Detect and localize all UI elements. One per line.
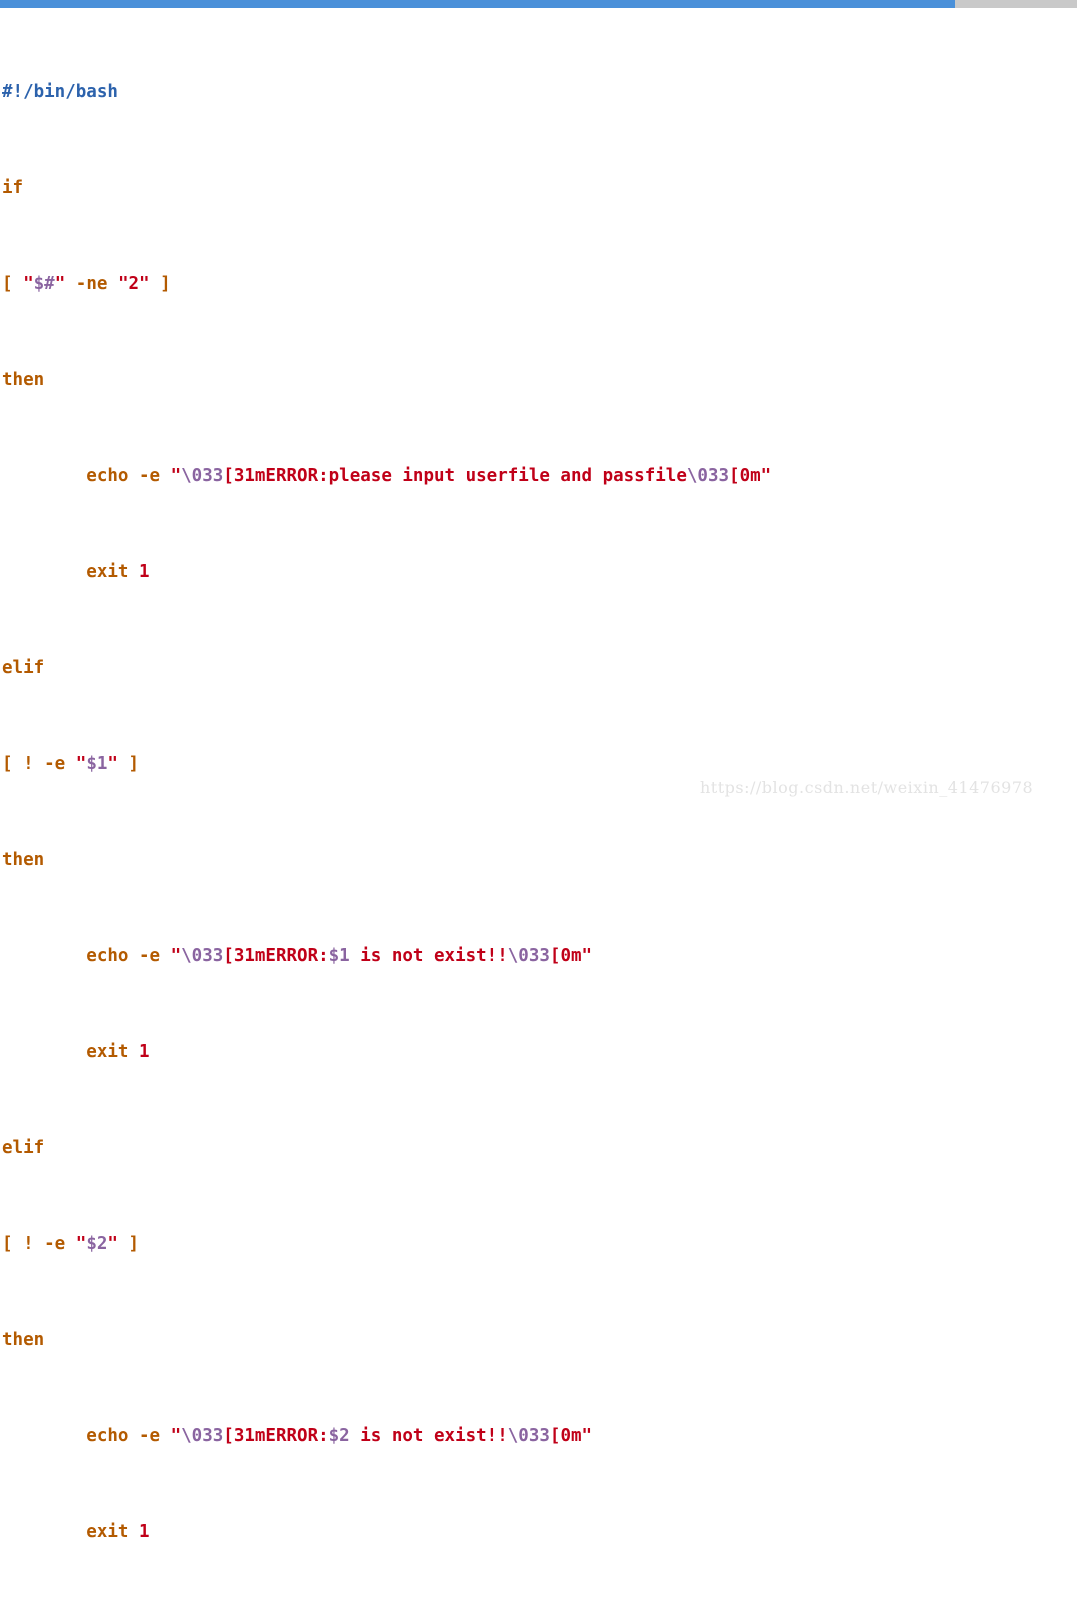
scrollbar-thumb[interactable]	[0, 0, 955, 8]
code-line[interactable]: elif	[0, 1136, 1077, 1160]
token-shebang: #!/bin/bash	[2, 82, 118, 102]
code-line[interactable]: if	[0, 176, 1077, 200]
horizontal-scrollbar[interactable]	[0, 0, 1077, 8]
code-line[interactable]: echo -e "\033[31mERROR:$2 is not exist!!…	[0, 1424, 1077, 1448]
code-line[interactable]: [ ! -e "$1" ]	[0, 752, 1077, 776]
code-line[interactable]: #!/bin/bash	[0, 80, 1077, 104]
code-line[interactable]: then	[0, 368, 1077, 392]
watermark: https://blog.csdn.net/weixin_41476978	[700, 778, 1034, 797]
code-line[interactable]: exit 1	[0, 1040, 1077, 1064]
code-line[interactable]: echo -e "\033[31mERROR:please input user…	[0, 464, 1077, 488]
code-line[interactable]: elif	[0, 656, 1077, 680]
code-line[interactable]: exit 1	[0, 560, 1077, 584]
code-line[interactable]: [ ! -e "$2" ]	[0, 1232, 1077, 1256]
code-line[interactable]: [ "$#" -ne "2" ]	[0, 272, 1077, 296]
code-editor-content[interactable]: #!/bin/bash if [ "$#" -ne "2" ] then ech…	[0, 8, 1077, 1608]
code-line[interactable]: then	[0, 848, 1077, 872]
code-line[interactable]: exit 1	[0, 1520, 1077, 1544]
code-line[interactable]: then	[0, 1328, 1077, 1352]
code-line[interactable]: echo -e "\033[31mERROR:$1 is not exist!!…	[0, 944, 1077, 968]
